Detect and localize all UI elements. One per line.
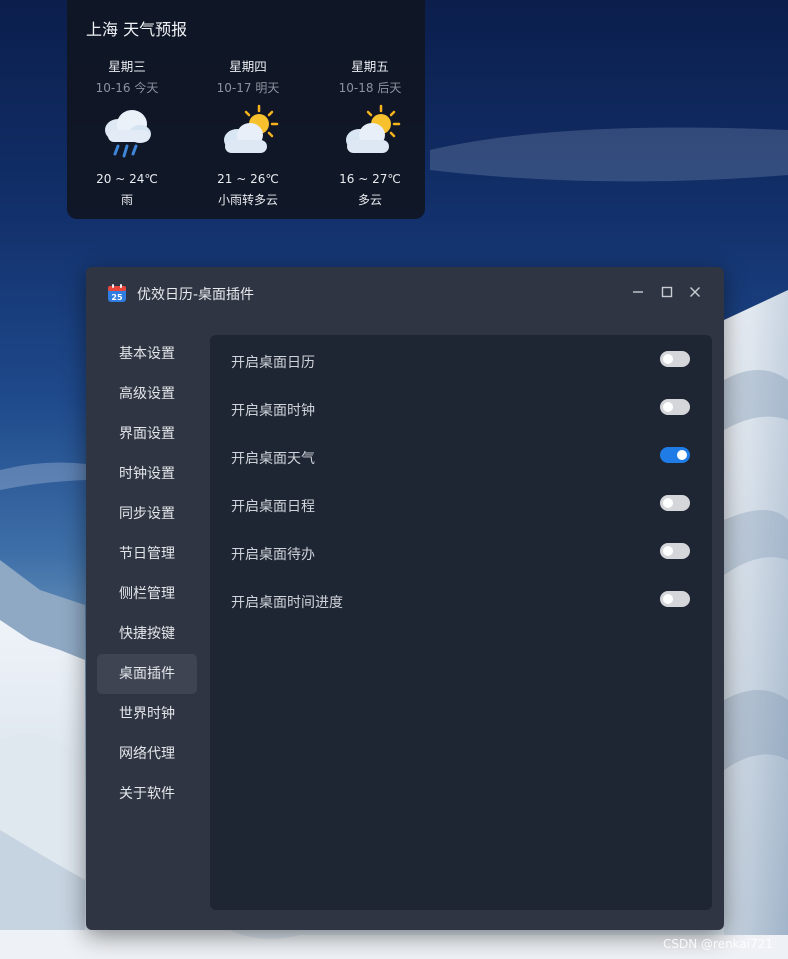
title-bar[interactable]: 25 优效日历-桌面插件 xyxy=(86,267,724,319)
day-name: 星期四 xyxy=(229,59,267,74)
sidebar-item-desktop-widgets[interactable]: 桌面插件 xyxy=(97,654,197,694)
toggle-knob xyxy=(663,402,673,412)
rain-cloud-icon xyxy=(105,110,151,158)
toggle-knob xyxy=(663,594,673,604)
window-title: 优效日历-桌面插件 xyxy=(137,287,255,303)
sidebar-item-world-clock[interactable]: 世界时钟 xyxy=(97,694,197,734)
close-icon xyxy=(690,287,700,297)
desktop-weather-toggle[interactable] xyxy=(660,447,690,463)
maximize-button[interactable] xyxy=(656,282,678,304)
day-temperature: 21 ~ 26℃ xyxy=(217,172,279,186)
weather-title: 上海 天气预报 xyxy=(86,20,188,39)
sidebar-item-about[interactable]: 关于软件 xyxy=(97,774,197,814)
setting-row: 开启桌面时间进度 xyxy=(210,579,712,627)
setting-label: 开启桌面日程 xyxy=(231,499,315,515)
forecast-day-2: 星期四 10-17 明天 21 ~ 26℃ 小雨转多云 xyxy=(188,58,308,212)
setting-label: 开启桌面时钟 xyxy=(231,403,315,419)
partly-cloudy-icon xyxy=(224,104,279,153)
sidebar-item-advanced[interactable]: 高级设置 xyxy=(97,374,197,414)
setting-row: 开启桌面待办 xyxy=(210,531,712,579)
setting-row: 开启桌面日历 xyxy=(210,339,712,387)
maximize-icon xyxy=(661,286,673,298)
setting-label: 开启桌面天气 xyxy=(231,451,315,467)
day-name: 星期三 xyxy=(108,59,146,74)
sidebar-item-sync[interactable]: 同步设置 xyxy=(97,494,197,534)
settings-window: 25 优效日历-桌面插件 基本设置 高级设置 界面设置 时钟设置 同步设置 节日… xyxy=(86,267,724,930)
setting-row: 开启桌面时钟 xyxy=(210,387,712,435)
sidebar-item-sidebar-management[interactable]: 侧栏管理 xyxy=(97,574,197,614)
day-temperature: 20 ~ 24℃ xyxy=(96,172,158,186)
close-button[interactable] xyxy=(684,282,706,304)
day-name: 星期五 xyxy=(351,59,389,74)
day-condition: 小雨转多云 xyxy=(217,193,278,207)
day-condition: 雨 xyxy=(120,193,133,207)
sidebar-item-network-proxy[interactable]: 网络代理 xyxy=(97,734,197,774)
desktop-todo-toggle[interactable] xyxy=(660,543,690,559)
settings-panel: 开启桌面日历 开启桌面时钟 开启桌面天气 开启桌面日程 开启桌面待办 开启桌面时… xyxy=(210,335,712,910)
setting-label: 开启桌面待办 xyxy=(231,547,315,563)
setting-row: 开启桌面天气 xyxy=(210,435,712,483)
day-date: 10-18 后天 xyxy=(338,81,402,95)
forecast-day-3: 星期五 10-18 后天 16 ~ 27℃ 多云 xyxy=(310,58,430,212)
day-condition: 多云 xyxy=(357,193,382,207)
sidebar-item-shortcuts[interactable]: 快捷按键 xyxy=(97,614,197,654)
watermark: CSDN @renkai721 xyxy=(662,937,773,951)
minimize-icon xyxy=(633,291,643,293)
weather-widget: 上海 天气预报 星期三 10-16 今天 20 ~ 24℃ 雨 星期四 10-1… xyxy=(67,0,425,219)
calendar-app-icon: 25 xyxy=(108,284,126,302)
toggle-knob xyxy=(677,450,687,460)
settings-sidebar: 基本设置 高级设置 界面设置 时钟设置 同步设置 节日管理 侧栏管理 快捷按键 … xyxy=(97,334,197,814)
desktop-time-progress-toggle[interactable] xyxy=(660,591,690,607)
sidebar-item-clock[interactable]: 时钟设置 xyxy=(97,454,197,494)
sidebar-item-holidays[interactable]: 节日管理 xyxy=(97,534,197,574)
setting-row: 开启桌面日程 xyxy=(210,483,712,531)
desktop-calendar-toggle[interactable] xyxy=(660,351,690,367)
sidebar-item-interface[interactable]: 界面设置 xyxy=(97,414,197,454)
setting-label: 开启桌面时间进度 xyxy=(231,595,343,611)
sidebar-item-basic[interactable]: 基本设置 xyxy=(97,334,197,374)
svg-text:25: 25 xyxy=(111,293,123,302)
day-date: 10-17 明天 xyxy=(216,81,280,95)
partly-cloudy-icon xyxy=(346,104,401,153)
toggle-knob xyxy=(663,498,673,508)
setting-label: 开启桌面日历 xyxy=(231,355,315,371)
minimize-button[interactable] xyxy=(627,282,649,304)
desktop-clock-toggle[interactable] xyxy=(660,399,690,415)
toggle-knob xyxy=(663,546,673,556)
desktop-schedule-toggle[interactable] xyxy=(660,495,690,511)
day-temperature: 16 ~ 27℃ xyxy=(339,172,401,186)
forecast-day-1: 星期三 10-16 今天 20 ~ 24℃ 雨 xyxy=(67,58,187,212)
toggle-knob xyxy=(663,354,673,364)
day-date: 10-16 今天 xyxy=(95,81,159,95)
